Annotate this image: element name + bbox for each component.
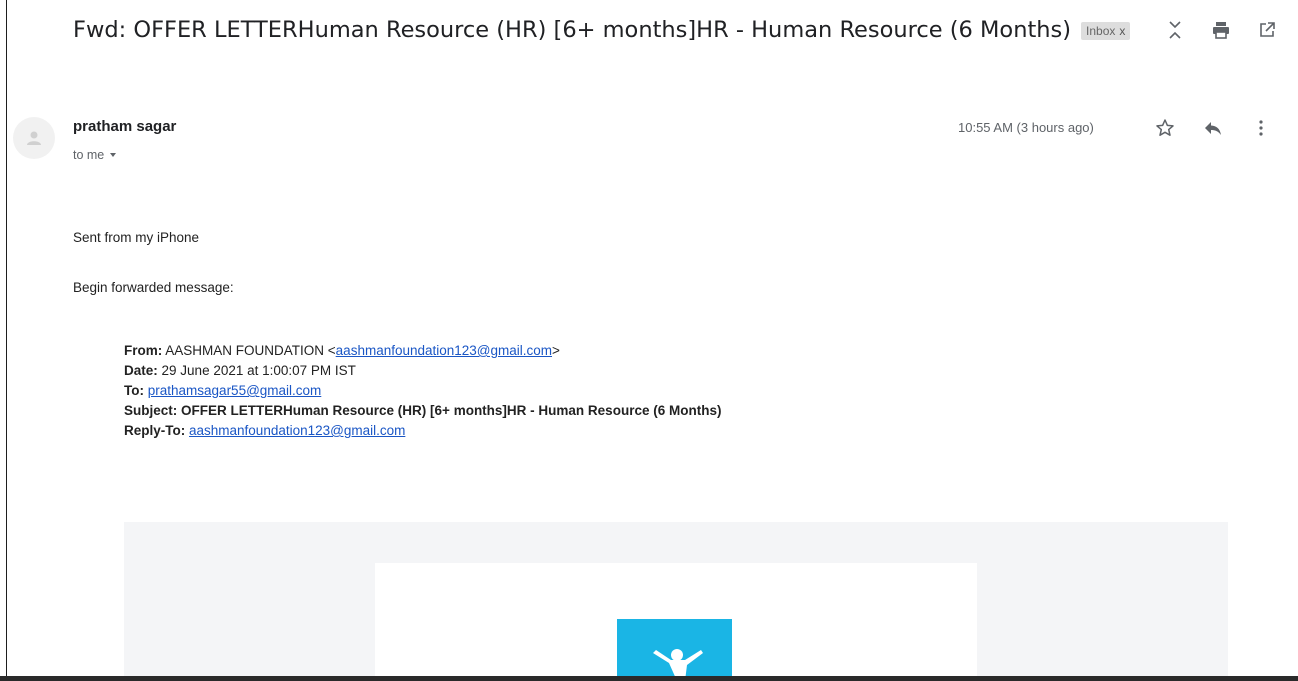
- remove-label-button[interactable]: x: [1119, 24, 1125, 38]
- forwarded-subject-row: Subject: OFFER LETTERHuman Resource (HR)…: [124, 401, 721, 421]
- from-close: >: [552, 343, 560, 358]
- date-value: 29 June 2021 at 1:00:07 PM IST: [161, 363, 356, 378]
- to-label: To:: [124, 383, 144, 398]
- reply-to-label: Reply-To:: [124, 423, 186, 438]
- forwarded-from-row: From: AASHMAN FOUNDATION <aashmanfoundat…: [124, 341, 721, 361]
- more-options-icon[interactable]: [1249, 116, 1273, 140]
- email-view: Fwd: OFFER LETTERHuman Resource (HR) [6+…: [6, 0, 1298, 681]
- expand-collapse-icon[interactable]: [1163, 18, 1187, 42]
- email-subject-area: Fwd: OFFER LETTERHuman Resource (HR) [6+…: [73, 14, 1133, 46]
- forwarded-date-row: Date: 29 June 2021 at 1:00:07 PM IST: [124, 361, 721, 381]
- forwarded-headers: From: AASHMAN FOUNDATION <aashmanfoundat…: [124, 341, 721, 441]
- top-actions: [1163, 18, 1279, 42]
- sender-name[interactable]: pratham sagar: [73, 118, 176, 135]
- email-subject: Fwd: OFFER LETTERHuman Resource (HR) [6+…: [73, 17, 1072, 43]
- body-forward-intro: Begin forwarded message:: [73, 280, 234, 295]
- inbox-label-text: Inbox: [1086, 23, 1116, 38]
- caret-down-icon: [110, 153, 117, 157]
- open-in-new-window-icon[interactable]: [1255, 18, 1279, 42]
- email-timestamp: 10:55 AM (3 hours ago): [958, 120, 1094, 135]
- avatar: [13, 117, 55, 159]
- from-name: AASHMAN FOUNDATION <: [165, 343, 336, 358]
- foundation-logo: [617, 619, 732, 681]
- from-email-link[interactable]: aashmanfoundation123@gmail.com: [336, 343, 552, 358]
- forwarded-reply-to-row: Reply-To: aashmanfoundation123@gmail.com: [124, 421, 721, 441]
- body-signature-line: Sent from my iPhone: [73, 230, 200, 245]
- forwarded-to-row: To: prathamsagar55@gmail.com: [124, 381, 721, 401]
- reply-icon[interactable]: [1201, 116, 1225, 140]
- inbox-label-chip[interactable]: Inbox x: [1081, 21, 1131, 40]
- date-label: Date:: [124, 363, 158, 378]
- to-email-link[interactable]: prathamsagar55@gmail.com: [148, 383, 322, 398]
- reply-to-email-link[interactable]: aashmanfoundation123@gmail.com: [189, 423, 405, 438]
- message-actions: [1153, 116, 1273, 140]
- bottom-border: [0, 676, 1298, 681]
- recipient-details-toggle[interactable]: to me: [73, 148, 118, 162]
- star-icon[interactable]: [1153, 116, 1177, 140]
- default-user-icon: [27, 131, 41, 145]
- person-raising-arms-icon: [653, 649, 703, 681]
- subject-value: OFFER LETTERHuman Resource (HR) [6+ mont…: [181, 403, 722, 418]
- recipient-label: to me: [73, 148, 105, 162]
- from-label: From:: [124, 343, 163, 358]
- subject-label: Subject:: [124, 403, 178, 418]
- print-icon[interactable]: [1209, 18, 1233, 42]
